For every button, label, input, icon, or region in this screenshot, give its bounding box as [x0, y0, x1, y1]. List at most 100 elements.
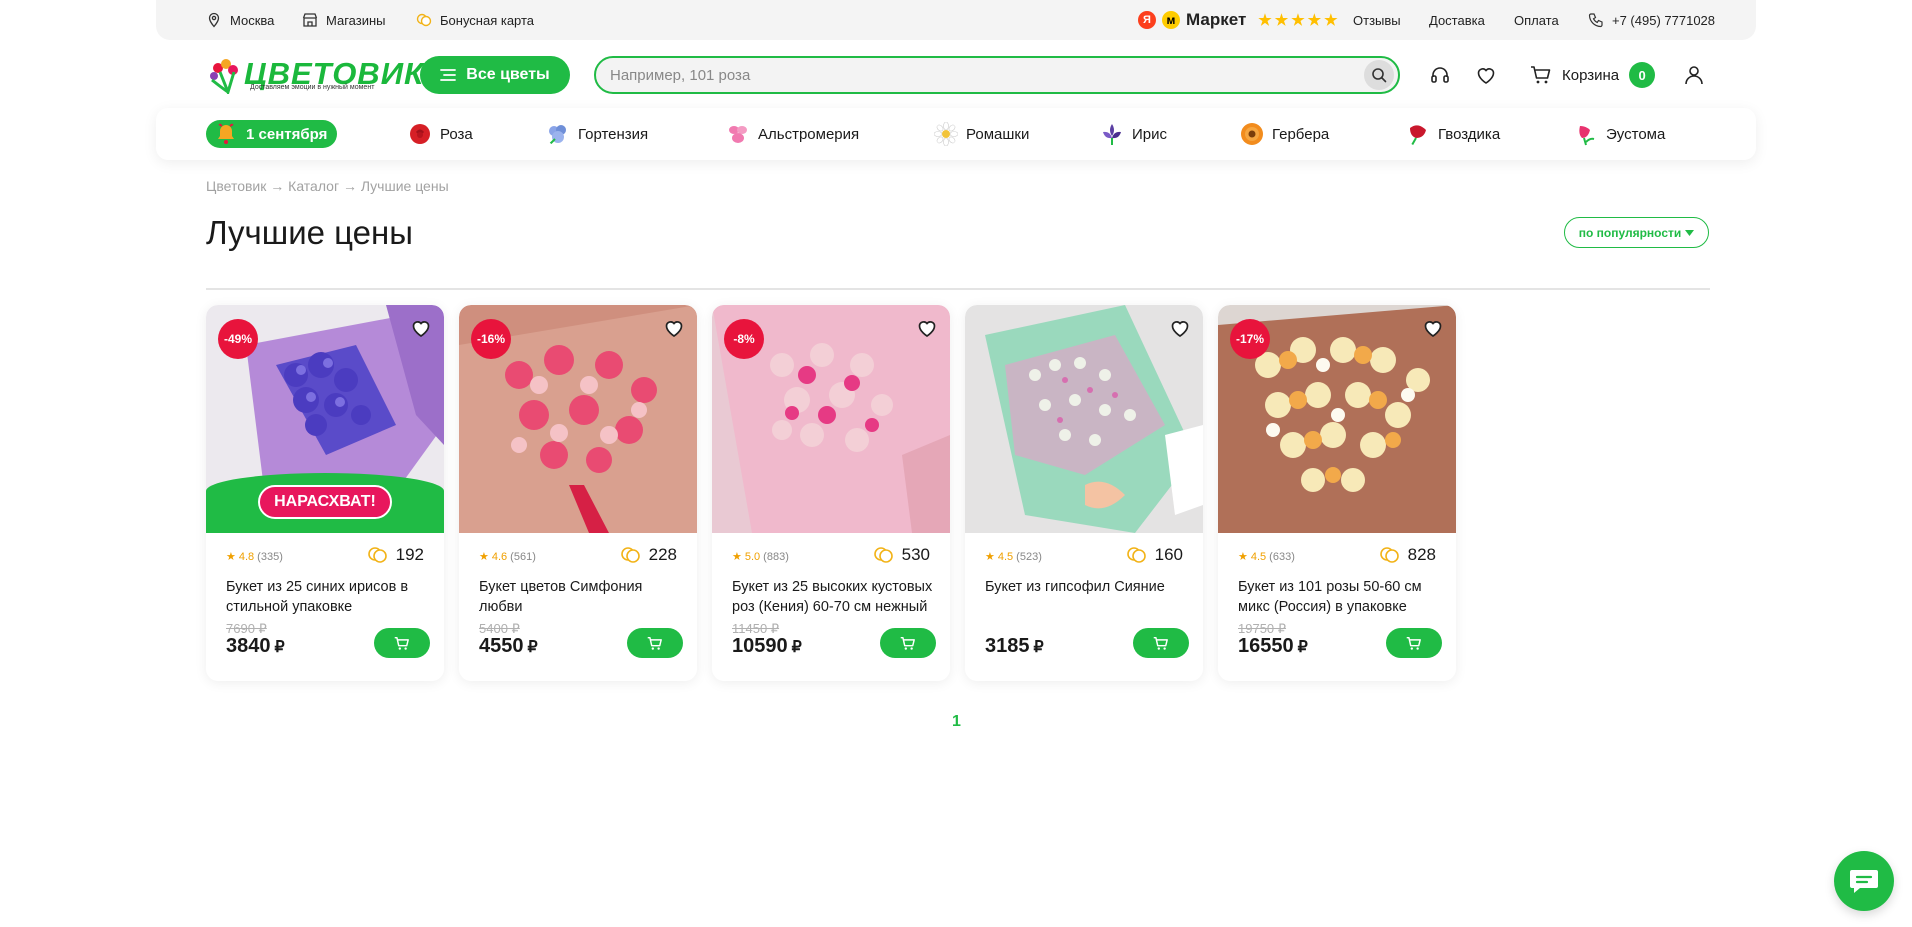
star-icon: ★ — [1324, 11, 1338, 29]
chevron-down-icon — [1685, 229, 1695, 236]
bouquet-gypsophila-image — [965, 305, 1203, 533]
star-icon: ★ — [985, 551, 995, 563]
category-iris[interactable]: Ирис — [1100, 120, 1167, 148]
product-name[interactable]: Букет из 25 синих ирисов в стильной упак… — [226, 577, 431, 617]
favorite-button[interactable] — [1169, 317, 1191, 339]
add-to-cart-button[interactable] — [1133, 628, 1189, 658]
sort-dropdown[interactable]: по популярности — [1564, 217, 1709, 248]
market-logo-icon: м — [1162, 11, 1180, 29]
heart-icon — [918, 321, 936, 337]
menu-icon — [440, 69, 457, 81]
account-button[interactable] — [1682, 63, 1706, 87]
product-photo[interactable] — [965, 305, 1203, 533]
heart-icon — [665, 321, 683, 337]
product-photo[interactable]: -16% — [459, 305, 697, 533]
star-icon: ★ — [1258, 11, 1272, 29]
heart-icon — [412, 321, 430, 337]
breadcrumb[interactable]: Цветовик → Каталог → Лучшие цены — [206, 178, 449, 194]
product-name[interactable]: Букет из 25 высоких кустовых роз (Кения)… — [732, 577, 937, 617]
favorite-button[interactable] — [663, 317, 685, 339]
star-icon: ★ — [1238, 551, 1248, 563]
heart-icon — [1424, 321, 1442, 337]
category-label: Ирис — [1132, 125, 1168, 143]
stores-link[interactable]: Магазины — [302, 0, 386, 40]
cart-icon — [394, 636, 409, 650]
favorite-button[interactable] — [410, 317, 432, 339]
location-pin-icon — [208, 12, 220, 28]
phone-link[interactable]: +7 (495) 7771028 — [1588, 0, 1715, 40]
discount-badge: -49% — [218, 319, 258, 359]
delivery-link[interactable]: Доставка — [1429, 0, 1485, 40]
support-button[interactable] — [1428, 63, 1452, 87]
add-to-cart-button[interactable] — [374, 628, 430, 658]
star-icon: ★ — [226, 551, 236, 563]
bonus-coins-icon — [1126, 547, 1146, 563]
daisy-icon — [934, 122, 958, 146]
category-label: Альстромерия — [758, 125, 860, 143]
search-icon — [1372, 68, 1387, 83]
add-to-cart-button[interactable] — [627, 628, 683, 658]
chat-button[interactable] — [1834, 851, 1894, 911]
product-photo[interactable]: -17% — [1218, 305, 1456, 533]
favorite-button[interactable] — [1422, 317, 1444, 339]
yandex-market-rating[interactable]: Я м Маркет ★ ★ ★ ★ ★ — [1138, 0, 1338, 40]
favorite-button[interactable] — [916, 317, 938, 339]
review-count: (883) — [763, 550, 789, 563]
category-daisies[interactable]: Ромашки — [934, 120, 1029, 148]
all-flowers-button[interactable]: Все цветы — [420, 56, 570, 94]
product-name[interactable]: Букет из 101 розы 50-60 см микс (Россия)… — [1238, 577, 1443, 617]
eustoma-icon — [1579, 126, 1595, 146]
add-to-cart-button[interactable] — [1386, 628, 1442, 658]
cart-icon — [1153, 636, 1168, 650]
review-count: (561) — [510, 550, 536, 563]
product-name[interactable]: Букет из гипсофил Сияние — [985, 577, 1190, 617]
category-label: Гортензия — [578, 125, 649, 143]
product-photo[interactable]: НАРАСХВАТ! -49% — [206, 305, 444, 533]
phone-label: +7 (495) 7771028 — [1612, 12, 1716, 28]
product-card[interactable]: ★ 4.5 (523) 160 Букет из гипсофил Сияние 3… — [965, 305, 1203, 681]
add-to-cart-button[interactable] — [880, 628, 936, 658]
rating-value: 4.5 — [997, 550, 1014, 563]
cart-icon — [1406, 636, 1421, 650]
bonus-card-label: Бонусная карта — [440, 12, 535, 28]
product-card[interactable]: -17% ★ 4.5 (633) 828 Букет из 101 розы 50-… — [1218, 305, 1456, 681]
city-selector[interactable]: Москва — [206, 0, 274, 40]
city-label: Москва — [230, 12, 275, 28]
product-photo[interactable]: -8% — [712, 305, 950, 533]
category-label: Роза — [440, 125, 473, 143]
category-gerbera[interactable]: Гербера — [1240, 120, 1329, 148]
category-hydrangea[interactable]: Гортензия — [546, 120, 648, 148]
page-title: Лучшие цены — [206, 214, 413, 251]
category-alstroemeria[interactable]: Альстромерия — [726, 120, 859, 148]
alstroemeria-icon — [729, 126, 747, 143]
category-eustoma[interactable]: Эустома — [1574, 120, 1665, 148]
category-label: 1 сентября — [246, 125, 328, 143]
payment-link[interactable]: Оплата — [1514, 0, 1559, 40]
product-name[interactable]: Букет цветов Симфония любви — [479, 577, 684, 617]
product-price: 3840 ₽ — [226, 635, 285, 658]
category-1-september[interactable]: 1 сентября — [206, 120, 338, 148]
search-button[interactable] — [1364, 60, 1394, 90]
rating-value: 4.6 — [491, 550, 508, 563]
currency: ₽ — [527, 639, 538, 656]
product-card[interactable]: НАРАСХВАТ! -49% ★ 4.8 (335) 192 Букет из 2… — [206, 305, 444, 681]
category-label: Ромашки — [966, 125, 1030, 143]
category-rose[interactable]: Роза — [408, 120, 473, 148]
reviews-link[interactable]: Отзывы — [1353, 0, 1401, 40]
site-logo[interactable]: ЦВЕТОВИК Доставляем эмоции в нужный моме… — [206, 54, 423, 96]
pagination-current-page[interactable]: 1 — [952, 713, 961, 731]
product-card[interactable]: -16% ★ 4.6 (561) 228 Букет цветов Симфония… — [459, 305, 697, 681]
category-carnation[interactable]: Гвоздика — [1406, 120, 1500, 148]
category-label: Гербера — [1272, 125, 1330, 143]
bonus-card-link[interactable]: Бонусная карта — [416, 0, 534, 40]
bonus-points: 192 — [367, 545, 424, 565]
favorites-button[interactable] — [1474, 63, 1498, 87]
product-card[interactable]: -8% ★ 5.0 (883) 530 Букет из 25 высоких ку… — [712, 305, 950, 681]
page: Москва Магазины Бонусная карта Я м Марке… — [0, 0, 1912, 927]
cart-button[interactable]: Корзина 0 — [1516, 56, 1656, 94]
search-input[interactable] — [596, 66, 1364, 84]
bonus-coins-icon — [367, 547, 387, 563]
category-nav: 1 сентября Роза Гортензия Альстромерия Р… — [156, 108, 1756, 160]
product-rating: ★ 4.6 (561) — [479, 550, 536, 564]
discount-badge: -17% — [1230, 319, 1270, 359]
